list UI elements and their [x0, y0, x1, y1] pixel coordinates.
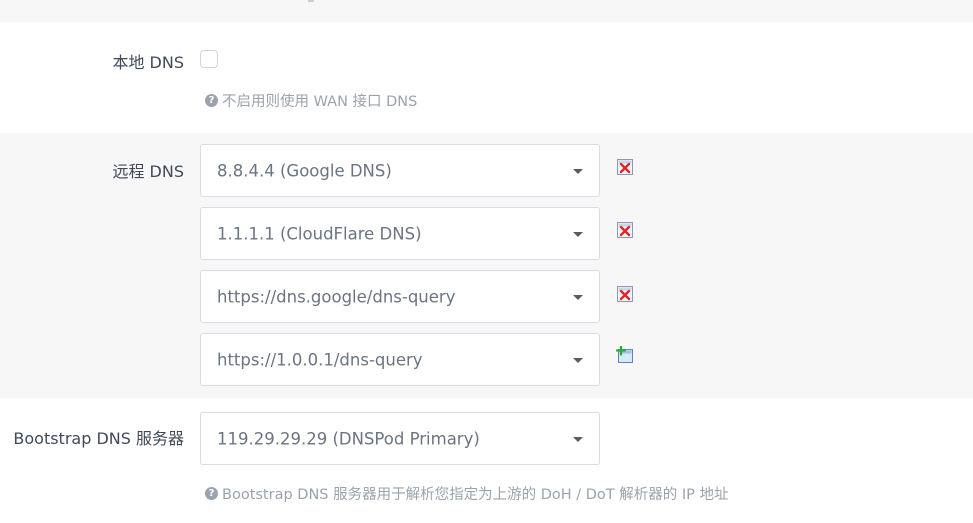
bootstrap-dns-label: Bootstrap DNS 服务器 [13, 429, 184, 448]
remote-dns-row: 远程 DNS 8.8.4.4 (Google DNS) 1.1.1.1 (Clo… [0, 133, 973, 398]
question-icon: ? [205, 487, 218, 500]
bootstrap-dns-select[interactable]: 119.29.29.29 (DNSPod Primary) [200, 412, 600, 465]
previous-row-remnant [308, 0, 314, 2]
remote-dns-select-1[interactable]: 8.8.4.4 (Google DNS) [200, 144, 600, 197]
bootstrap-dns-row: Bootstrap DNS 服务器 119.29.29.29 (DNSPod P… [0, 398, 973, 523]
remote-dns-select-4[interactable]: https://1.0.0.1/dns-query [200, 333, 600, 386]
chevron-down-icon [573, 168, 583, 174]
chevron-down-icon [573, 357, 583, 363]
remote-dns-select-value: https://1.0.0.1/dns-query [217, 350, 423, 369]
local-dns-row: 本地 DNS ? 不启用则使用 WAN 接口 DNS [0, 22, 973, 133]
chevron-down-icon [573, 294, 583, 300]
add-icon[interactable] [615, 345, 634, 364]
chevron-down-icon [573, 231, 583, 237]
remove-icon[interactable] [616, 285, 634, 303]
local-dns-label: 本地 DNS [112, 53, 184, 72]
remote-dns-select-value: 8.8.4.4 (Google DNS) [217, 161, 392, 180]
remote-dns-select-3[interactable]: https://dns.google/dns-query [200, 270, 600, 323]
remove-icon[interactable] [616, 221, 634, 239]
remote-dns-select-2[interactable]: 1.1.1.1 (CloudFlare DNS) [200, 207, 600, 260]
remove-icon[interactable] [616, 158, 634, 176]
remote-dns-select-value: 1.1.1.1 (CloudFlare DNS) [217, 224, 422, 243]
local-dns-hint-text: 不启用则使用 WAN 接口 DNS [222, 94, 418, 110]
remote-dns-label: 远程 DNS [112, 162, 184, 181]
question-icon: ? [205, 94, 218, 107]
bootstrap-dns-hint: ? Bootstrap DNS 服务器用于解析您指定为上游的 DoH / DoT… [205, 483, 729, 504]
local-dns-hint: ? 不启用则使用 WAN 接口 DNS [205, 90, 417, 111]
chevron-down-icon [573, 436, 583, 442]
bootstrap-dns-select-value: 119.29.29.29 (DNSPod Primary) [217, 429, 480, 448]
previous-row-fragment [0, 0, 973, 22]
bootstrap-dns-hint-text: Bootstrap DNS 服务器用于解析您指定为上游的 DoH / DoT 解… [222, 487, 729, 503]
local-dns-checkbox[interactable] [200, 50, 218, 68]
remote-dns-select-value: https://dns.google/dns-query [217, 287, 456, 306]
